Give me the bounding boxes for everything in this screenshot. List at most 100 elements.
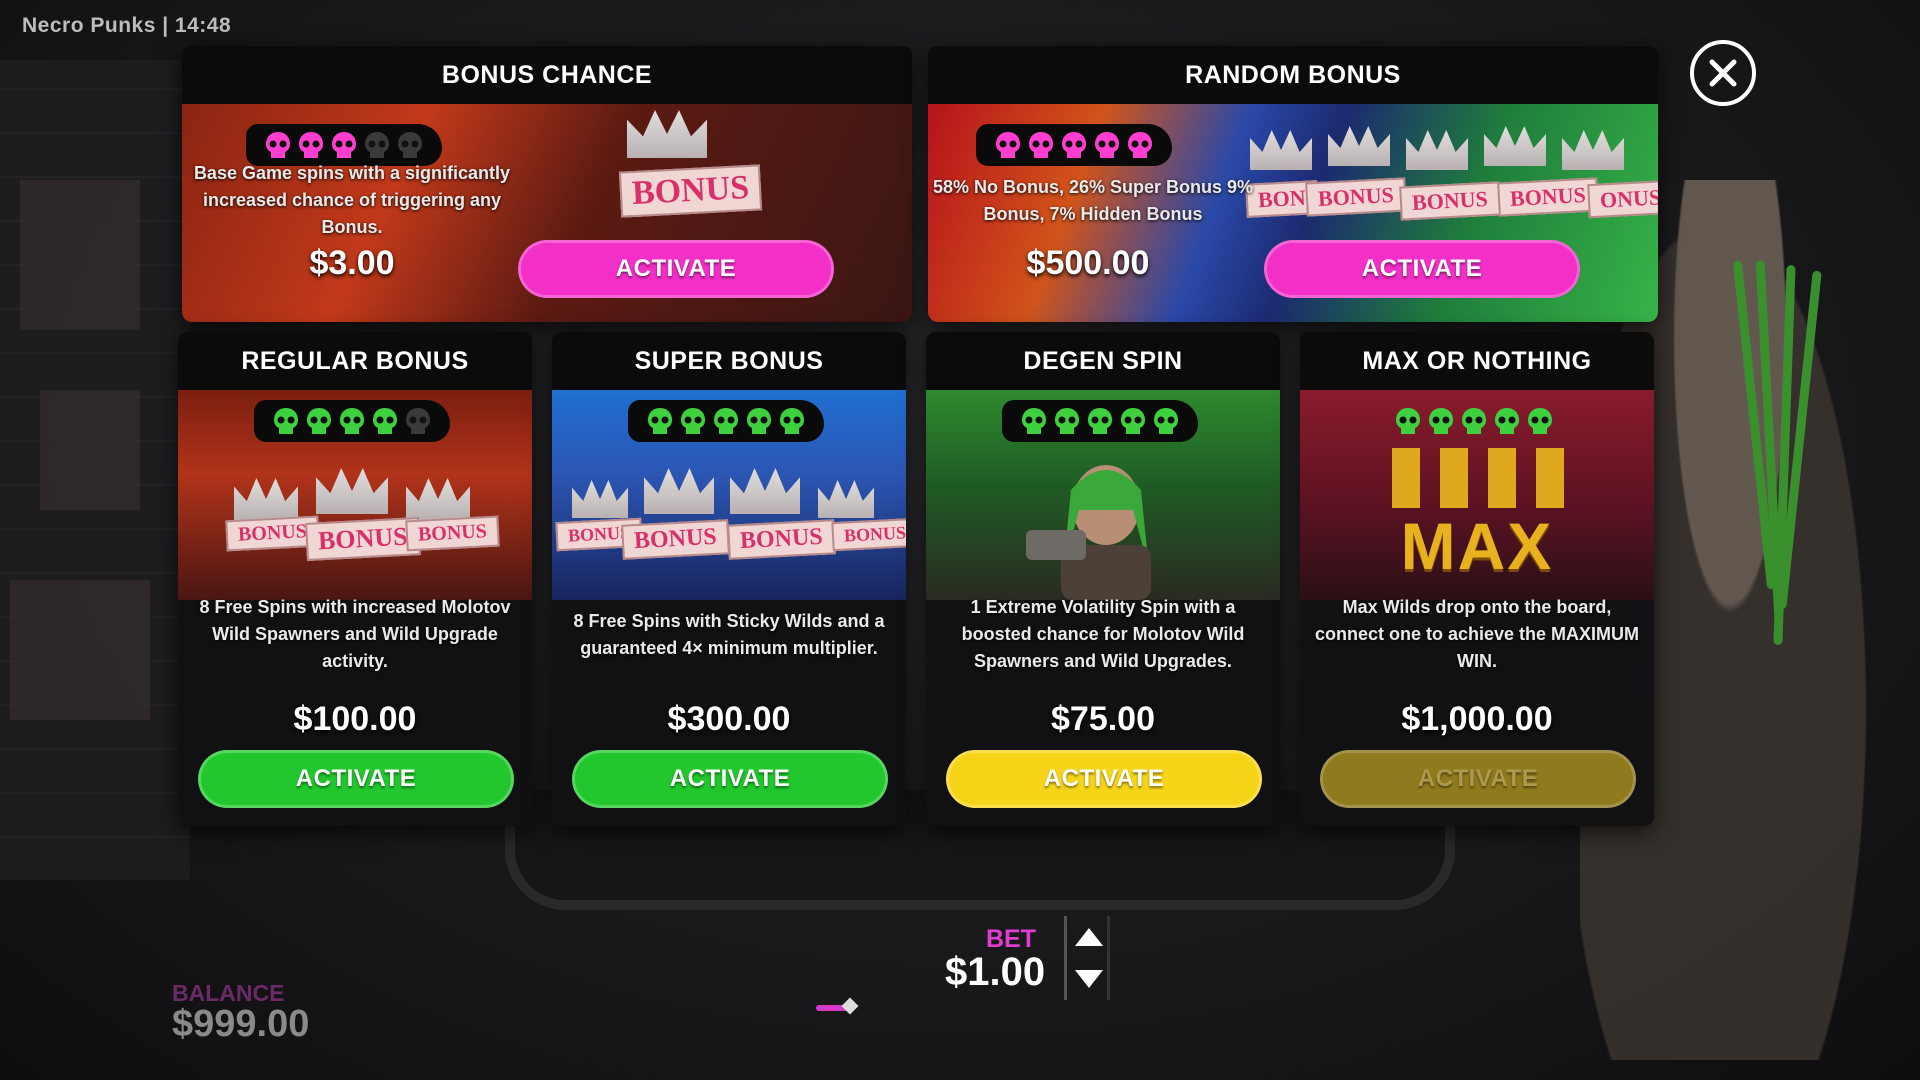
activate-button[interactable]: ACTIVATE (518, 240, 834, 298)
card-title: BONUS CHANCE (182, 46, 912, 104)
activate-button[interactable]: ACTIVATE (1264, 240, 1580, 298)
skull-icon (1062, 132, 1086, 158)
activate-button[interactable]: ACTIVATE (946, 750, 1262, 808)
skull-icon (299, 132, 323, 158)
bonus-sign: BONUS (831, 517, 906, 552)
skull-icon (681, 408, 705, 434)
random-bonus-card: RANDOM BONUS BON BONUS BONUS BONUS ONUS … (928, 46, 1658, 322)
card-artwork: MAX (1300, 390, 1654, 600)
skull-icon (714, 408, 738, 434)
max-bars-icon (1392, 448, 1564, 508)
crown-icon (1328, 126, 1390, 166)
wall-poster (40, 390, 140, 510)
skull-icon (1088, 408, 1112, 434)
skull-meter (1002, 400, 1198, 442)
card-description: Base Game spins with a significantly inc… (193, 163, 511, 237)
card-price: $75.00 (1051, 700, 1155, 738)
slider-knob[interactable] (841, 997, 859, 1015)
dreadlock (1732, 260, 1777, 590)
skull-icon (1121, 408, 1145, 434)
skull-icon (266, 132, 290, 158)
card-price: $300.00 (667, 700, 791, 738)
crown-icon (234, 478, 298, 520)
activate-button[interactable]: ACTIVATE (198, 750, 514, 808)
card-price: $100.00 (293, 700, 417, 738)
card-artwork: BONUS BONUS BONUS BONUS (552, 390, 906, 600)
crown-icon (627, 110, 707, 158)
crown-icon (1406, 130, 1468, 170)
card-description: 8 Free Spins with Sticky Wilds and a gua… (573, 611, 885, 658)
skull-icon (1396, 408, 1420, 434)
bonus-sign: BONUS (305, 517, 421, 561)
bonus-chance-card: BONUS CHANCE BONUS Base Game spins with … (182, 46, 912, 322)
crown-icon (1250, 130, 1312, 170)
close-button[interactable] (1690, 40, 1756, 106)
dreadlock (1773, 264, 1796, 646)
crown-icon (572, 480, 628, 518)
crown-icon (316, 468, 388, 514)
skull-icon (747, 408, 771, 434)
bet-decrease-arrow-icon[interactable] (1075, 970, 1103, 988)
card-title: MAX OR NOTHING (1300, 332, 1654, 390)
wall-poster (20, 180, 140, 330)
dreadlock (1755, 260, 1784, 620)
skull-icon (1462, 408, 1486, 434)
bonus-sign: BONUS (405, 515, 500, 552)
super-bonus-card: SUPER BONUS BONUS BONUS BONUS BONUS 8 Fr… (552, 332, 906, 826)
skull-icon (307, 408, 331, 434)
skull-icon (1429, 408, 1453, 434)
skull-icon (1128, 132, 1152, 158)
card-artwork (926, 390, 1280, 600)
skull-icon (373, 408, 397, 434)
card-title: DEGEN SPIN (926, 332, 1280, 390)
skull-meter (254, 400, 450, 442)
skull-icon (332, 132, 356, 158)
skull-icon (1528, 408, 1552, 434)
skull-icon (406, 408, 430, 434)
crown-icon (1484, 126, 1546, 166)
crown-icon (818, 480, 874, 518)
card-price: $3.00 (309, 244, 395, 282)
bonus-sign: BONUS (1305, 177, 1407, 217)
bet-stepper (1064, 916, 1110, 1000)
wall-poster (10, 580, 150, 720)
balance-value: $999.00 (172, 1003, 310, 1045)
card-description: Max Wilds drop onto the board, connect o… (1314, 597, 1640, 671)
max-logo: MAX (1400, 509, 1554, 583)
crown-icon (644, 468, 714, 514)
bet-increase-arrow-icon[interactable] (1075, 928, 1103, 946)
skull-icon (1022, 408, 1046, 434)
card-description: 1 Extreme Volatility Spin with a boosted… (961, 597, 1245, 671)
skull-icon (365, 132, 389, 158)
game-title: Necro Punks | 14:48 (22, 14, 232, 37)
dreadlock (1777, 270, 1822, 610)
bonus-sign: BONUS (618, 164, 763, 218)
brick-wall (0, 60, 190, 880)
skull-icon (996, 132, 1020, 158)
crown-icon (406, 478, 470, 520)
card-description: 8 Free Spins with increased Molotov Wild… (199, 597, 511, 671)
bet-slider[interactable] (816, 997, 862, 1016)
crown-icon (730, 468, 800, 514)
skull-meter (1376, 400, 1572, 442)
bonus-sign: BONUS (1497, 177, 1599, 217)
card-price: $1,000.00 (1401, 700, 1553, 738)
activate-button[interactable]: ACTIVATE (572, 750, 888, 808)
skull-meter (628, 400, 824, 442)
bonus-sign: BONUS (727, 519, 836, 560)
card-price: $500.00 (1026, 244, 1150, 282)
skull-icon (398, 132, 422, 158)
bonus-sign: BONUS (621, 519, 730, 560)
bet-value: $1.00 (945, 950, 1046, 994)
skull-icon (1029, 132, 1053, 158)
skull-meter (976, 124, 1172, 166)
bonus-sign: BONUS (1399, 181, 1501, 221)
activate-button-disabled: ACTIVATE (1320, 750, 1636, 808)
card-artwork: BONUS BONUS BONUS (178, 390, 532, 600)
bonus-sign: ONUS (1587, 179, 1658, 219)
skull-icon (274, 408, 298, 434)
card-title: SUPER BONUS (552, 332, 906, 390)
max-or-nothing-card: MAX OR NOTHING MAX Max Wilds drop onto t… (1300, 332, 1654, 826)
regular-bonus-card: REGULAR BONUS BONUS BONUS BONUS 8 Free S… (178, 332, 532, 826)
card-title: REGULAR BONUS (178, 332, 532, 390)
